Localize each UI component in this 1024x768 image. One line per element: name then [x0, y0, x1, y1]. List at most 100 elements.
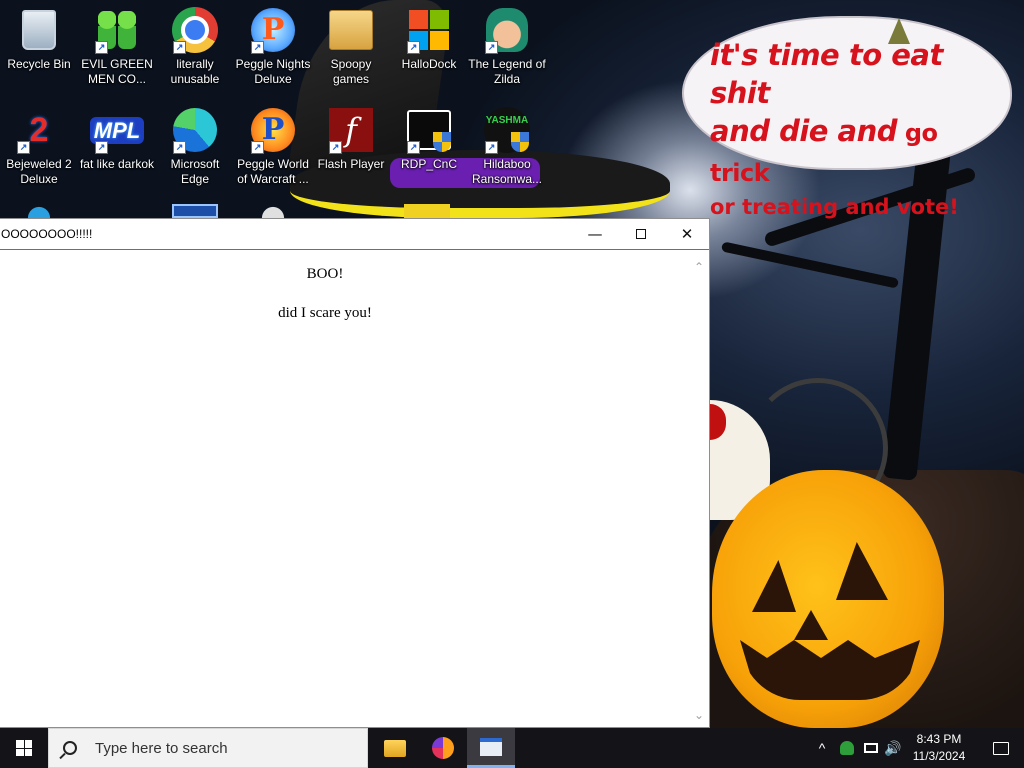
desktop-icon-peggle-nights[interactable]: P ↗ Peggle Nights Deluxe	[234, 6, 312, 87]
shortcut-arrow-icon: ↗	[485, 41, 498, 54]
close-button[interactable]: ✕	[664, 219, 710, 249]
window-content: BOO! did I scare you!	[0, 250, 690, 728]
pumpkin-left-eye	[752, 560, 796, 612]
desktop-icon-evil-green-men[interactable]: ↗ EVIL GREEN MEN CO...	[78, 6, 156, 87]
boo-window[interactable]: OOOOOOOO!!!!! — ✕ BOO! did I scare you! …	[0, 218, 710, 728]
wallpaper-tree-branch	[720, 241, 900, 289]
minimize-icon: —	[587, 225, 603, 243]
peggle-nights-icon: P ↗	[249, 6, 297, 54]
tray-user-icon[interactable]	[838, 728, 856, 768]
desktop-icon-rdp-cnc[interactable]: ↗ RDP_CnC	[390, 106, 468, 172]
shortcut-arrow-icon: ↗	[407, 41, 420, 54]
taskbar-firefox[interactable]	[419, 728, 467, 768]
desktop-icon-label: Spoopy games	[330, 57, 372, 86]
desktop-icon-peggle-wow[interactable]: P ↗ Peggle World of Warcraft ...	[234, 106, 312, 187]
show-hidden-icons-chevron-icon[interactable]: ^	[814, 728, 830, 768]
desktop-icon-hallodock[interactable]: ↗ HalloDock	[390, 6, 468, 72]
desktop-icon-label: EVIL GREEN MEN CO...	[81, 57, 153, 86]
start-button[interactable]	[0, 728, 48, 768]
bubble-line-2: and die and go trick	[710, 112, 986, 192]
partial-desktop-icon[interactable]	[172, 204, 218, 218]
search-icon	[63, 741, 77, 755]
vertical-scrollbar[interactable]: ⌃ ⌄	[689, 250, 709, 728]
firefox-icon	[432, 737, 454, 759]
shortcut-arrow-icon: ↗	[407, 141, 420, 154]
rdp-icon: ↗	[405, 106, 453, 154]
window-titlebar[interactable]: OOOOOOOO!!!!! — ✕	[0, 219, 709, 250]
shortcut-arrow-icon: ↗	[95, 41, 108, 54]
desktop-icon-label: Hildaboo Ransomwa...	[471, 157, 543, 186]
clock-time: 8:43 PM	[916, 732, 962, 746]
edge-icon: ↗	[171, 106, 219, 154]
boo-heading: BOO!	[306, 266, 344, 282]
system-clock[interactable]: 8:43 PM 11/3/2024	[904, 731, 974, 765]
speech-bubble: it's time to eat shit and die and go tri…	[684, 18, 1010, 219]
uac-shield-icon	[433, 132, 451, 152]
desktop-icon-microsoft-edge[interactable]: ↗ Microsoft Edge	[156, 106, 234, 187]
taskbar-file-explorer[interactable]	[371, 728, 419, 768]
bubble-line-3: or treating and vote!	[710, 195, 959, 219]
shortcut-arrow-icon: ↗	[95, 141, 108, 154]
window-title: OOOOOOOO!!!!!	[1, 227, 93, 241]
zilda-icon: ↗	[483, 6, 531, 54]
window-app-icon	[480, 737, 502, 756]
notification-icon	[993, 741, 1009, 755]
pumpkin-nose	[794, 610, 828, 640]
network-icon[interactable]	[862, 728, 880, 768]
desktop-icon-label: fat like darkok	[79, 157, 155, 171]
notification-center-button[interactable]	[978, 728, 1024, 768]
desktop-icon-literally-unusable[interactable]: ↗ literally unusable	[156, 6, 234, 87]
recycle-bin-icon	[15, 6, 63, 54]
partial-desktop-icon[interactable]	[16, 204, 62, 218]
partial-desktop-icon[interactable]	[250, 204, 296, 218]
desktop-icon-fat-like-darkok[interactable]: MPL ↗ fat like darkok	[78, 106, 156, 172]
desktop-icon-spoopy-games[interactable]: Spoopy games	[312, 6, 390, 87]
scare-message: did I scare you!	[278, 305, 372, 321]
scroll-up-arrow-icon[interactable]: ⌃	[694, 261, 704, 273]
yashma-icon: YASHMA ↗	[483, 106, 531, 154]
desktop-icon-recycle-bin[interactable]: Recycle Bin	[0, 6, 78, 72]
desktop-icon-label: The Legend of Zilda	[468, 57, 546, 86]
scroll-down-arrow-icon[interactable]: ⌄	[694, 709, 704, 721]
uac-shield-icon	[511, 132, 529, 152]
desktop-icon-legend-of-zilda[interactable]: ↗ The Legend of Zilda	[468, 6, 546, 87]
mini-witch-hat	[888, 18, 910, 44]
volume-icon[interactable]: 🔊	[884, 728, 902, 768]
maximize-icon	[636, 229, 646, 239]
desktop-icon-label: literally unusable	[170, 57, 220, 86]
desktop-icon-bejeweled[interactable]: 2 ↗ Bejeweled 2 Deluxe	[0, 106, 78, 187]
shortcut-arrow-icon: ↗	[251, 141, 264, 154]
minimize-button[interactable]: —	[572, 219, 618, 249]
partial-desktop-icon[interactable]	[404, 204, 450, 218]
desktop-icon-label: Microsoft Edge	[170, 157, 220, 186]
shortcut-arrow-icon: ↗	[251, 41, 264, 54]
desktop-icon-label: Bejeweled 2 Deluxe	[6, 157, 72, 186]
desktop-icon-label: HalloDock	[401, 57, 457, 71]
windows-start-icon	[16, 740, 32, 756]
windows-logo-icon: ↗	[405, 6, 453, 54]
taskbar-search-box[interactable]: Type here to search	[48, 728, 368, 768]
taskbar-active-window[interactable]	[467, 728, 515, 768]
desktop-icon-label: Recycle Bin	[7, 57, 71, 71]
desktop-icon-label: Flash Player	[317, 157, 385, 171]
pumpkin-right-eye	[836, 542, 888, 600]
search-placeholder: Type here to search	[95, 739, 228, 757]
close-icon: ✕	[680, 225, 694, 243]
desktop-icon-label: Peggle World of Warcraft ...	[237, 157, 309, 186]
desktop-icon-label: Peggle Nights Deluxe	[235, 57, 311, 86]
folder-icon	[327, 6, 375, 54]
desktop-icon-flash-player[interactable]: f ↗ Flash Player	[312, 106, 390, 172]
desktop-icon-hildaboo-ransomware[interactable]: YASHMA ↗ Hildaboo Ransomwa...	[468, 106, 546, 187]
peggle-wow-icon: P ↗	[249, 106, 297, 154]
chrome-icon: ↗	[171, 6, 219, 54]
taskbar: Type here to search ^ 🔊 8:43 PM 11/3/202…	[0, 728, 1024, 768]
bejeweled-icon: 2 ↗	[15, 106, 63, 154]
maximize-button[interactable]	[618, 219, 664, 249]
pumpkin-bucket	[712, 470, 944, 728]
flash-icon: f ↗	[327, 106, 375, 154]
desktop-icon-label: RDP_CnC	[400, 157, 457, 171]
green-men-icon: ↗	[93, 6, 141, 54]
pumpkin-mouth	[740, 640, 920, 700]
mpl-icon: MPL ↗	[89, 106, 145, 154]
shortcut-arrow-icon: ↗	[173, 41, 186, 54]
